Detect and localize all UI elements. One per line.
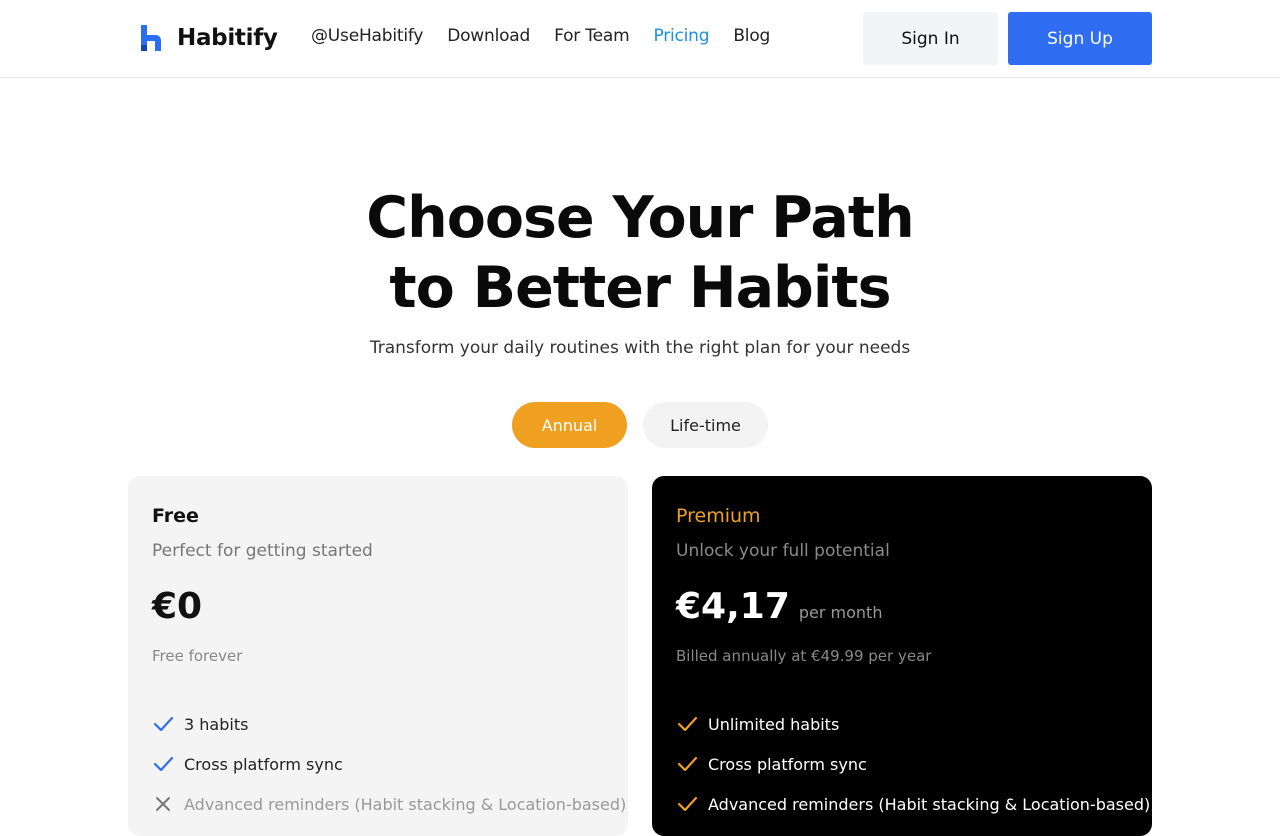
brand-name: Habitify (177, 25, 278, 51)
plan-name: Free (152, 505, 199, 527)
main-nav: @UseHabitify Download For Team Pricing B… (311, 26, 770, 46)
plan-price: €0 (152, 586, 203, 627)
feature-text: 3 habits (184, 714, 249, 734)
hero-title-line2: to Better Habits (389, 255, 891, 321)
price-row: €4,17 per month (676, 586, 882, 627)
check-icon (676, 713, 698, 735)
site-header: Habitify @UseHabitify Download For Team … (0, 0, 1280, 78)
feature-item: 3 habits (152, 704, 626, 744)
plan-description: Perfect for getting started (152, 541, 373, 561)
feature-list: 3 habits Cross platform sync Advanced re… (152, 704, 626, 824)
check-icon (152, 713, 174, 735)
feature-item: Cross platform sync (676, 744, 1150, 784)
feature-item: Advanced reminders (Habit stacking & Loc… (676, 784, 1150, 824)
feature-text: Advanced reminders (Habit stacking & Loc… (184, 794, 627, 814)
billing-toggle-annual[interactable]: Annual (512, 402, 627, 448)
feature-text: Cross platform sync (708, 754, 867, 774)
feature-text: Cross platform sync (184, 754, 343, 774)
nav-item-blog[interactable]: Blog (733, 26, 770, 46)
check-icon (676, 793, 698, 815)
billing-toggle-lifetime[interactable]: Life-time (643, 402, 768, 448)
feature-text: Unlimited habits (708, 714, 840, 734)
nav-item-for-team[interactable]: For Team (554, 26, 630, 46)
plan-price: €4,17 (676, 586, 790, 627)
sign-in-button[interactable]: Sign In (863, 12, 998, 65)
billing-note: Billed annually at €49.99 per year (676, 647, 932, 665)
nav-item-pricing[interactable]: Pricing (653, 26, 709, 46)
plan-card-premium: Premium Unlock your full potential €4,17… (652, 476, 1152, 836)
feature-text: Advanced reminders (Habit stacking & Loc… (708, 794, 1151, 814)
plan-name: Premium (676, 505, 761, 527)
hero-title-line1: Choose Your Path (366, 185, 914, 251)
feature-item: Unlimited habits (676, 704, 1150, 744)
check-icon (152, 753, 174, 775)
sign-up-button[interactable]: Sign Up (1008, 12, 1152, 65)
feature-list: Unlimited habits Cross platform sync Adv… (676, 704, 1150, 824)
plan-description: Unlock your full potential (676, 541, 890, 561)
hero-title: Choose Your Path to Better Habits (0, 183, 1280, 323)
x-icon (152, 793, 174, 815)
price-row: €0 (152, 586, 202, 627)
check-icon (676, 753, 698, 775)
habitify-logo-icon (141, 25, 163, 51)
feature-item: Advanced reminders (Habit stacking & Loc… (152, 784, 626, 824)
plan-card-free: Free Perfect for getting started €0 Free… (128, 476, 628, 836)
billing-note: Free forever (152, 647, 243, 665)
hero-subtitle: Transform your daily routines with the r… (369, 338, 911, 358)
nav-item-usehabitify[interactable]: @UseHabitify (311, 26, 423, 46)
feature-item: Cross platform sync (152, 744, 626, 784)
brand-logo[interactable]: Habitify (141, 25, 278, 51)
price-period: per month (798, 603, 883, 622)
nav-item-download[interactable]: Download (447, 26, 530, 46)
